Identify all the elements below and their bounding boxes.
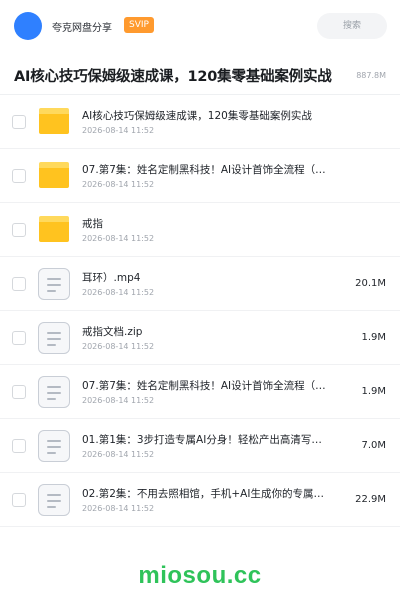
share-title: AI核心技巧保姆级速成课，120集零基础案例实战 [14, 69, 332, 85]
file-name: 戒指文档.zip [82, 326, 143, 338]
file-name: 02.第2集：不用去照相馆，手机+AI生成你的专属… [82, 488, 324, 500]
share-size: 887.8M [354, 71, 386, 80]
document-line [47, 344, 56, 346]
share-title-row: AI核心技巧保姆级速成课，120集零基础案例实战 887.8M [0, 54, 400, 94]
folder-icon [38, 214, 70, 246]
document-line [47, 500, 61, 502]
file-date: 2026-08-14 11:52 [82, 342, 155, 351]
file-row[interactable]: 02.第2集：不用去照相馆，手机+AI生成你的专属… 2026-08-14 11:… [0, 473, 400, 527]
row-checkbox[interactable] [12, 223, 26, 237]
user-name[interactable]: 夸克网盘分享 [52, 19, 112, 34]
file-size: 22.9M [355, 494, 386, 505]
document-line [47, 398, 56, 400]
document-icon [38, 322, 70, 354]
file-size: 1.9M [361, 332, 386, 343]
folder-body [39, 222, 69, 242]
file-date: 2026-08-14 11:52 [82, 126, 155, 135]
document-line [47, 290, 56, 292]
file-name: 07.第7集：姓名定制黑科技！AI设计首饰全流程（… [82, 164, 326, 176]
svip-badge: SVIP [124, 17, 154, 33]
file-list: AI核心技巧保姆级速成课，120集零基础案例实战 2026-08-14 11:52… [0, 95, 400, 527]
row-checkbox[interactable] [12, 493, 26, 507]
row-checkbox[interactable] [12, 331, 26, 345]
document-line [47, 278, 61, 280]
file-name: AI核心技巧保姆级速成课，120集零基础案例实战 [82, 110, 312, 122]
document-line [47, 494, 61, 496]
watermark: miosou.cc [138, 562, 262, 589]
avatar[interactable] [14, 12, 42, 40]
document-icon [38, 430, 70, 462]
document-icon-shape [38, 322, 70, 354]
document-line [47, 332, 61, 334]
document-icon-shape [38, 376, 70, 408]
file-date: 2026-08-14 11:52 [82, 504, 155, 513]
folder-icon-shape [39, 108, 69, 134]
file-row[interactable]: 戒指 2026-08-14 11:52 [0, 203, 400, 257]
folder-body [39, 168, 69, 188]
document-icon [38, 268, 70, 300]
document-line [47, 440, 61, 442]
file-row[interactable]: AI核心技巧保姆级速成课，120集零基础案例实战 2026-08-14 11:52 [0, 95, 400, 149]
file-size: 7.0M [361, 440, 386, 451]
document-line [47, 338, 61, 340]
folder-icon [38, 160, 70, 192]
document-icon-shape [38, 430, 70, 462]
row-checkbox[interactable] [12, 439, 26, 453]
header: 夸克网盘分享 SVIP [0, 0, 400, 52]
file-row[interactable]: 耳环）.mp4 2026-08-14 11:52 20.1M [0, 257, 400, 311]
file-name: 01.第1集：3步打造专属AI分身！轻松产出高清写… [82, 434, 322, 446]
row-checkbox[interactable] [12, 277, 26, 291]
share-page: 夸克网盘分享 SVIP AI核心技巧保姆级速成课，120集零基础案例实战 887… [0, 0, 400, 600]
document-icon-shape [38, 268, 70, 300]
file-date: 2026-08-14 11:52 [82, 288, 155, 297]
row-checkbox[interactable] [12, 169, 26, 183]
document-icon [38, 484, 70, 516]
document-line [47, 386, 61, 388]
file-date: 2026-08-14 11:52 [82, 234, 155, 243]
file-name: 耳环）.mp4 [82, 272, 141, 284]
row-checkbox[interactable] [12, 115, 26, 129]
file-date: 2026-08-14 11:52 [82, 396, 155, 405]
folder-body [39, 114, 69, 134]
folder-icon [38, 106, 70, 138]
document-line [47, 452, 56, 454]
file-row[interactable]: 戒指文档.zip 2026-08-14 11:52 1.9M [0, 311, 400, 365]
row-checkbox[interactable] [12, 385, 26, 399]
file-name: 07.第7集：姓名定制黑科技！AI设计首饰全流程（… [82, 380, 326, 392]
file-row[interactable]: 01.第1集：3步打造专属AI分身！轻松产出高清写… 2026-08-14 11:… [0, 419, 400, 473]
search-input[interactable] [317, 13, 387, 39]
file-date: 2026-08-14 11:52 [82, 450, 155, 459]
document-icon-shape [38, 484, 70, 516]
document-line [47, 284, 61, 286]
file-size: 20.1M [355, 278, 386, 289]
document-icon [38, 376, 70, 408]
folder-icon-shape [39, 162, 69, 188]
document-line [47, 506, 56, 508]
file-date: 2026-08-14 11:52 [82, 180, 155, 189]
document-line [47, 446, 61, 448]
file-size: 1.9M [361, 386, 386, 397]
file-row[interactable]: 07.第7集：姓名定制黑科技！AI设计首饰全流程（… 2026-08-14 11:… [0, 149, 400, 203]
folder-icon-shape [39, 216, 69, 242]
file-row[interactable]: 07.第7集：姓名定制黑科技！AI设计首饰全流程（… 2026-08-14 11:… [0, 365, 400, 419]
file-name: 戒指 [82, 218, 103, 230]
document-line [47, 392, 61, 394]
